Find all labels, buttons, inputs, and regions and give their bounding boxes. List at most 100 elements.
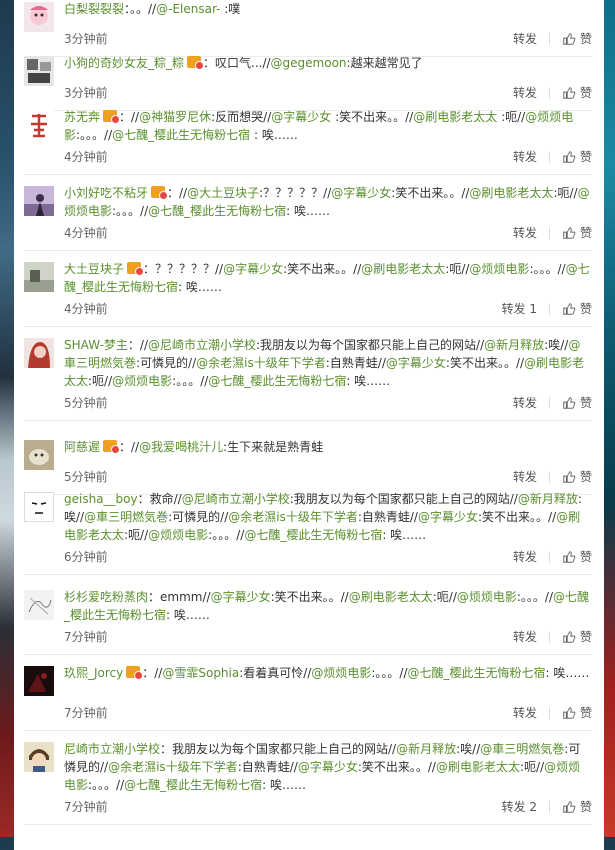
mention-link[interactable]: @字幕少女: [331, 186, 391, 200]
like-button[interactable]: 赞: [562, 548, 592, 566]
mention-link[interactable]: @雪霏Sophia: [162, 666, 239, 680]
background-strip: [603, 0, 615, 837]
comment-item: 白梨裂裂裂：。。//@-Elensar- :噗 3分钟前 转发 赞: [24, 0, 592, 57]
mention-link[interactable]: @字幕少女: [386, 356, 446, 370]
comment-text: 小刘好吃不粘牙 ：//@大土豆块子:？？？？？//@字幕少女:笑不出来。。//@刷…: [64, 186, 590, 218]
forward-button[interactable]: 转发: [513, 84, 537, 102]
mention-link[interactable]: @烦烦电影: [112, 374, 172, 388]
mention-link[interactable]: @烦烦电影: [311, 666, 371, 680]
mention-link[interactable]: @尼崎市立潮小学校: [182, 492, 290, 506]
user-avatar[interactable]: [24, 590, 54, 620]
mention-link[interactable]: @七醜_樱此生无悔粉七宿: [148, 204, 286, 218]
forward-button[interactable]: 转发: [513, 30, 537, 48]
mention-link[interactable]: @新月释放: [484, 338, 544, 352]
mention-link[interactable]: @字幕少女: [418, 510, 478, 524]
forward-button[interactable]: 转发 1: [502, 300, 537, 318]
mention-link[interactable]: @尼崎市立潮小学校: [148, 338, 256, 352]
username-link[interactable]: 苏无奔: [64, 110, 100, 124]
user-avatar[interactable]: [24, 338, 54, 368]
username-link[interactable]: 白梨裂裂裂: [64, 2, 124, 16]
username-link[interactable]: geisha__boy: [64, 492, 138, 506]
user-avatar[interactable]: [24, 440, 54, 470]
mention-link[interactable]: @車三明燃気巻: [480, 742, 564, 756]
mention-link[interactable]: @刷电影老太太: [349, 590, 433, 604]
mention-link[interactable]: @余老濕is十级年下学者: [108, 760, 238, 774]
like-button[interactable]: 赞: [562, 468, 592, 486]
user-avatar[interactable]: [24, 2, 54, 32]
comment-text: 杉杉爱吃粉蒸肉：emmm//@字幕少女:笑不出来。。//@刷电影老太太:呃//@…: [64, 590, 590, 622]
mention-link[interactable]: @烦烦电影: [469, 262, 529, 276]
mention-link[interactable]: @字幕少女: [223, 262, 283, 276]
forward-button[interactable]: 转发: [513, 548, 537, 566]
like-button[interactable]: 赞: [562, 628, 592, 646]
like-button[interactable]: 赞: [562, 394, 592, 412]
mention-link[interactable]: @-Elensar-: [156, 2, 220, 16]
timestamp: 7分钟前: [64, 706, 108, 720]
like-label: 赞: [579, 302, 592, 316]
divider: [548, 33, 550, 45]
mention-link[interactable]: @刷电影老太太: [413, 110, 497, 124]
username-link[interactable]: 玖熙_Jorcy: [64, 666, 123, 680]
vip-badge-icon: [187, 56, 205, 70]
mention-link[interactable]: @七醜_樱此生无悔粉七宿: [208, 374, 346, 388]
like-button[interactable]: 赞: [562, 300, 592, 318]
mention-link[interactable]: @新月释放: [396, 742, 456, 756]
forward-button[interactable]: 转发: [513, 704, 537, 722]
mention-link[interactable]: @大土豆块子: [187, 186, 259, 200]
like-button[interactable]: 赞: [562, 704, 592, 722]
mention-link[interactable]: @刷电影老太太: [436, 760, 520, 774]
like-button[interactable]: 赞: [562, 30, 592, 48]
username-link[interactable]: 小刘好吃不粘牙: [64, 186, 148, 200]
thumbs-up-icon: [562, 150, 580, 164]
username-link[interactable]: 小狗的奇妙女友_粽_粽: [64, 56, 184, 70]
mention-link[interactable]: @余老濕is十级年下学者: [196, 356, 326, 370]
forward-button[interactable]: 转发: [513, 394, 537, 412]
mention-link[interactable]: @烦烦电影: [148, 528, 208, 542]
divider: [548, 551, 550, 563]
user-avatar[interactable]: [24, 262, 54, 292]
mention-link[interactable]: @新月释放: [518, 492, 578, 506]
mention-link[interactable]: @余老濕is十级年下学者: [228, 510, 358, 524]
comment-meta: 7分钟前 转发 赞: [64, 704, 592, 722]
mention-link[interactable]: @我爱喝桃汁儿: [139, 440, 223, 454]
like-button[interactable]: 赞: [562, 148, 592, 166]
username-link[interactable]: 尼崎市立潮小学校: [64, 742, 160, 756]
username-link[interactable]: 杉杉爱吃粉蒸肉: [64, 590, 148, 604]
user-avatar[interactable]: [24, 110, 54, 140]
forward-button[interactable]: 转发: [513, 224, 537, 242]
mention-link[interactable]: @刷电影老太太: [469, 186, 553, 200]
like-label: 赞: [579, 396, 592, 410]
username-link[interactable]: SHAW-梦主: [64, 338, 128, 352]
comment-actions: 转发 2 赞: [502, 798, 592, 816]
comment-item: 尼崎市立潮小学校：我朋友以为每个国家都只能上自己的网站//@新月释放:唉//@車…: [24, 740, 592, 825]
mention-link[interactable]: @七醜_樱此生无悔粉七宿: [124, 778, 262, 792]
user-avatar[interactable]: [24, 186, 54, 216]
mention-link[interactable]: @七醜_樱此生无悔粉七宿: [408, 666, 546, 680]
mention-link[interactable]: @gegemoon: [271, 56, 347, 70]
like-label: 赞: [579, 32, 592, 46]
user-avatar[interactable]: [24, 742, 54, 772]
like-label: 赞: [579, 550, 592, 564]
username-link[interactable]: 阿慈遲: [64, 440, 100, 454]
mention-link[interactable]: @字幕少女: [271, 110, 331, 124]
mention-link[interactable]: @七醜_樱此生无悔粉七宿: [244, 528, 382, 542]
mention-link[interactable]: @七醜_樱此生无悔粉七宿: [112, 128, 250, 142]
forward-button[interactable]: 转发: [513, 628, 537, 646]
forward-button[interactable]: 转发: [513, 148, 537, 166]
mention-link[interactable]: @烦烦电影: [457, 590, 517, 604]
user-avatar[interactable]: [24, 56, 54, 86]
divider: [548, 707, 550, 719]
mention-link[interactable]: @神猫罗尼休: [139, 110, 211, 124]
forward-button[interactable]: 转发 2: [502, 798, 537, 816]
username-link[interactable]: 大土豆块子: [64, 262, 124, 276]
like-button[interactable]: 赞: [562, 84, 592, 102]
mention-link[interactable]: @刷电影老太太: [361, 262, 445, 276]
like-button[interactable]: 赞: [562, 798, 592, 816]
mention-link[interactable]: @字幕少女: [211, 590, 271, 604]
mention-link[interactable]: @車三明燃気巻: [84, 510, 168, 524]
forward-button[interactable]: 转发: [513, 468, 537, 486]
user-avatar[interactable]: [24, 492, 54, 522]
user-avatar[interactable]: [24, 666, 54, 696]
like-button[interactable]: 赞: [562, 224, 592, 242]
mention-link[interactable]: @字幕少女: [298, 760, 358, 774]
